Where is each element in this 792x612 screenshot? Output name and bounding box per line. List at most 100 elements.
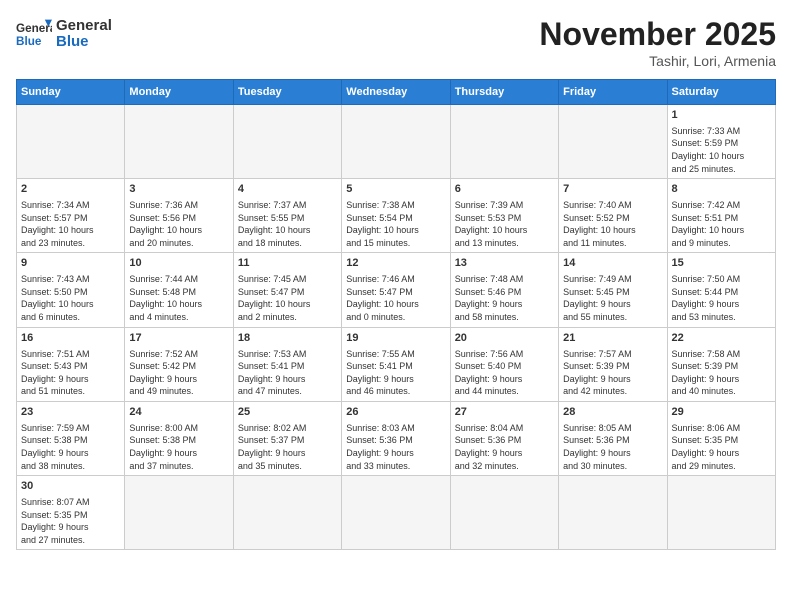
logo-icon: General Blue — [16, 16, 52, 52]
calendar-table: SundayMondayTuesdayWednesdayThursdayFrid… — [16, 79, 776, 550]
calendar-day-cell — [342, 476, 450, 550]
calendar-day-cell: 2 Sunrise: 7:34 AM Sunset: 5:57 PM Daylig… — [17, 179, 125, 253]
day-info: Sunrise: 8:02 AM Sunset: 5:37 PM Dayligh… — [238, 422, 337, 472]
day-number: 4 — [238, 182, 337, 197]
day-info: Sunrise: 7:57 AM Sunset: 5:39 PM Dayligh… — [563, 348, 662, 398]
calendar-day-cell: 16 Sunrise: 7:51 AM Sunset: 5:43 PM Dayli… — [17, 327, 125, 401]
calendar-day-cell: 24 Sunrise: 8:00 AM Sunset: 5:38 PM Dayli… — [125, 401, 233, 475]
day-info: Sunrise: 7:48 AM Sunset: 5:46 PM Dayligh… — [455, 273, 554, 323]
calendar-day-cell: 12 Sunrise: 7:46 AM Sunset: 5:47 PM Dayli… — [342, 253, 450, 327]
location-subtitle: Tashir, Lori, Armenia — [539, 53, 776, 69]
weekday-header-row: SundayMondayTuesdayWednesdayThursdayFrid… — [17, 80, 776, 105]
calendar-day-cell: 7Sunrise: 7:40 AM Sunset: 5:52 PM Daylig… — [559, 179, 667, 253]
day-info: Sunrise: 7:49 AM Sunset: 5:45 PM Dayligh… — [563, 273, 662, 323]
day-number: 5 — [346, 182, 445, 197]
calendar-day-cell: 19 Sunrise: 7:55 AM Sunset: 5:41 PM Dayli… — [342, 327, 450, 401]
day-number: 15 — [672, 256, 771, 271]
month-title: November 2025 — [539, 16, 776, 53]
calendar-day-cell: 3Sunrise: 7:36 AM Sunset: 5:56 PM Daylig… — [125, 179, 233, 253]
calendar-day-cell — [125, 476, 233, 550]
calendar-day-cell — [667, 476, 775, 550]
day-info: Sunrise: 7:55 AM Sunset: 5:41 PM Dayligh… — [346, 348, 445, 398]
day-info: Sunrise: 7:38 AM Sunset: 5:54 PM Dayligh… — [346, 199, 445, 249]
day-info: Sunrise: 7:34 AM Sunset: 5:57 PM Dayligh… — [21, 199, 120, 249]
logo-general-text: General — [56, 18, 112, 35]
day-number: 23 — [21, 405, 120, 420]
logo: General Blue General Blue — [16, 16, 112, 52]
day-number: 29 — [672, 405, 771, 420]
day-number: 10 — [129, 256, 228, 271]
day-info: Sunrise: 7:37 AM Sunset: 5:55 PM Dayligh… — [238, 199, 337, 249]
calendar-day-cell: 22 Sunrise: 7:58 AM Sunset: 5:39 PM Dayli… — [667, 327, 775, 401]
calendar-day-cell: 17 Sunrise: 7:52 AM Sunset: 5:42 PM Dayli… — [125, 327, 233, 401]
calendar-day-cell — [233, 105, 341, 179]
weekday-header-thursday: Thursday — [450, 80, 558, 105]
calendar-week-row: 23Sunrise: 7:59 AM Sunset: 5:38 PM Dayli… — [17, 401, 776, 475]
calendar-day-cell: 13 Sunrise: 7:48 AM Sunset: 5:46 PM Dayli… — [450, 253, 558, 327]
calendar-week-row: 30Sunrise: 8:07 AM Sunset: 5:35 PM Dayli… — [17, 476, 776, 550]
weekday-header-saturday: Saturday — [667, 80, 775, 105]
day-info: Sunrise: 7:52 AM Sunset: 5:42 PM Dayligh… — [129, 348, 228, 398]
day-number: 12 — [346, 256, 445, 271]
day-number: 17 — [129, 331, 228, 346]
weekday-header-monday: Monday — [125, 80, 233, 105]
calendar-day-cell — [233, 476, 341, 550]
day-info: Sunrise: 8:00 AM Sunset: 5:38 PM Dayligh… — [129, 422, 228, 472]
day-info: Sunrise: 7:53 AM Sunset: 5:41 PM Dayligh… — [238, 348, 337, 398]
calendar-day-cell — [559, 105, 667, 179]
day-info: Sunrise: 7:51 AM Sunset: 5:43 PM Dayligh… — [21, 348, 120, 398]
calendar-day-cell: 20Sunrise: 7:56 AM Sunset: 5:40 PM Dayli… — [450, 327, 558, 401]
calendar-day-cell: 1Sunrise: 7:33 AM Sunset: 5:59 PM Daylig… — [667, 105, 775, 179]
calendar-week-row: 2 Sunrise: 7:34 AM Sunset: 5:57 PM Daylig… — [17, 179, 776, 253]
day-number: 19 — [346, 331, 445, 346]
calendar-day-cell — [342, 105, 450, 179]
day-info: Sunrise: 7:45 AM Sunset: 5:47 PM Dayligh… — [238, 273, 337, 323]
weekday-header-sunday: Sunday — [17, 80, 125, 105]
calendar-day-cell: 8Sunrise: 7:42 AM Sunset: 5:51 PM Daylig… — [667, 179, 775, 253]
day-number: 3 — [129, 182, 228, 197]
calendar-day-cell — [125, 105, 233, 179]
calendar-day-cell: 25Sunrise: 8:02 AM Sunset: 5:37 PM Dayli… — [233, 401, 341, 475]
day-info: Sunrise: 8:07 AM Sunset: 5:35 PM Dayligh… — [21, 496, 120, 546]
day-info: Sunrise: 7:39 AM Sunset: 5:53 PM Dayligh… — [455, 199, 554, 249]
calendar-day-cell — [17, 105, 125, 179]
day-number: 28 — [563, 405, 662, 420]
calendar-day-cell: 14Sunrise: 7:49 AM Sunset: 5:45 PM Dayli… — [559, 253, 667, 327]
weekday-header-friday: Friday — [559, 80, 667, 105]
calendar-day-cell: 27Sunrise: 8:04 AM Sunset: 5:36 PM Dayli… — [450, 401, 558, 475]
day-number: 18 — [238, 331, 337, 346]
svg-text:General: General — [16, 22, 52, 35]
day-number: 11 — [238, 256, 337, 271]
weekday-header-wednesday: Wednesday — [342, 80, 450, 105]
day-number: 16 — [21, 331, 120, 346]
day-number: 22 — [672, 331, 771, 346]
calendar-day-cell: 6Sunrise: 7:39 AM Sunset: 5:53 PM Daylig… — [450, 179, 558, 253]
day-number: 7 — [563, 182, 662, 197]
page-header: General Blue General Blue November 2025 … — [16, 16, 776, 69]
day-number: 9 — [21, 256, 120, 271]
day-info: Sunrise: 8:04 AM Sunset: 5:36 PM Dayligh… — [455, 422, 554, 472]
day-number: 26 — [346, 405, 445, 420]
calendar-day-cell — [450, 105, 558, 179]
day-number: 24 — [129, 405, 228, 420]
day-info: Sunrise: 7:43 AM Sunset: 5:50 PM Dayligh… — [21, 273, 120, 323]
weekday-header-tuesday: Tuesday — [233, 80, 341, 105]
day-number: 21 — [563, 331, 662, 346]
calendar-day-cell: 23Sunrise: 7:59 AM Sunset: 5:38 PM Dayli… — [17, 401, 125, 475]
calendar-day-cell: 11 Sunrise: 7:45 AM Sunset: 5:47 PM Dayli… — [233, 253, 341, 327]
calendar-day-cell: 30Sunrise: 8:07 AM Sunset: 5:35 PM Dayli… — [17, 476, 125, 550]
calendar-day-cell: 26Sunrise: 8:03 AM Sunset: 5:36 PM Dayli… — [342, 401, 450, 475]
calendar-day-cell: 4 Sunrise: 7:37 AM Sunset: 5:55 PM Daylig… — [233, 179, 341, 253]
calendar-day-cell — [559, 476, 667, 550]
svg-text:Blue: Blue — [16, 35, 42, 48]
day-info: Sunrise: 7:58 AM Sunset: 5:39 PM Dayligh… — [672, 348, 771, 398]
day-info: Sunrise: 7:46 AM Sunset: 5:47 PM Dayligh… — [346, 273, 445, 323]
title-block: November 2025 Tashir, Lori, Armenia — [539, 16, 776, 69]
calendar-day-cell: 18 Sunrise: 7:53 AM Sunset: 5:41 PM Dayli… — [233, 327, 341, 401]
day-number: 20 — [455, 331, 554, 346]
logo-blue-text: Blue — [56, 34, 112, 51]
calendar-day-cell: 29Sunrise: 8:06 AM Sunset: 5:35 PM Dayli… — [667, 401, 775, 475]
day-number: 2 — [21, 182, 120, 197]
day-number: 13 — [455, 256, 554, 271]
calendar-week-row: 1Sunrise: 7:33 AM Sunset: 5:59 PM Daylig… — [17, 105, 776, 179]
